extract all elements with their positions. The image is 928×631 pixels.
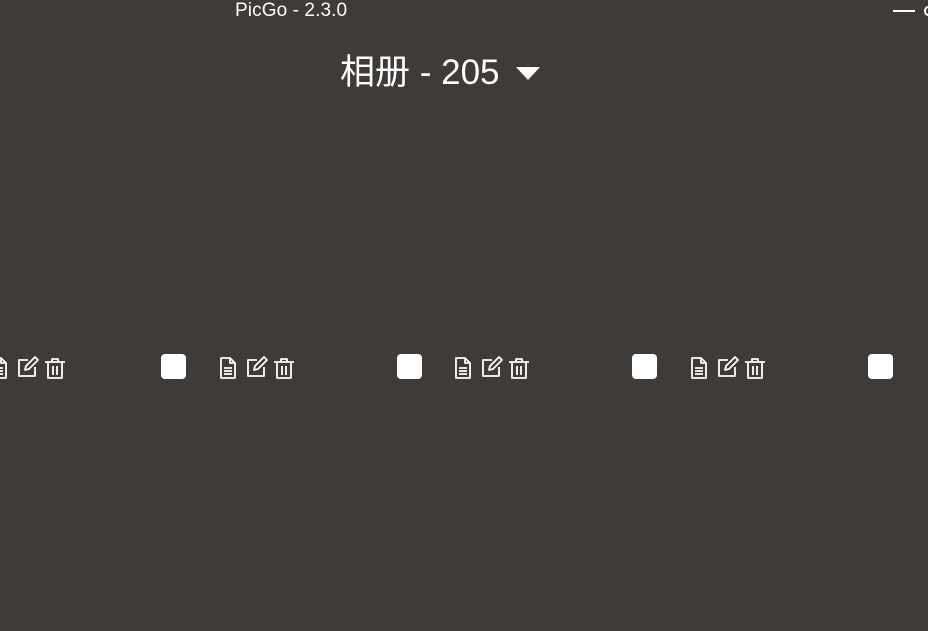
select-checkbox-4[interactable] [868, 354, 893, 379]
edit-icon [482, 356, 503, 377]
title-bar: PicGo - 2.3.0 [0, 0, 928, 24]
copy-link-button[interactable] [214, 354, 242, 382]
trash-icon [274, 358, 294, 379]
edit-icon [18, 356, 39, 377]
select-checkbox-2[interactable] [397, 354, 422, 379]
edit-button[interactable] [242, 354, 270, 382]
gallery-title: 相册 - 205 [340, 53, 500, 92]
caret-down-icon [515, 66, 540, 80]
edit-icon [247, 356, 268, 377]
item-actions-2 [214, 354, 298, 382]
copy-link-button[interactable] [685, 354, 713, 382]
minimize-button[interactable] [890, 0, 918, 22]
select-checkbox-1[interactable] [161, 354, 186, 379]
trash-icon [745, 358, 765, 379]
gallery-dropdown[interactable]: 相册 - 205 [340, 50, 540, 96]
delete-button[interactable] [270, 354, 298, 382]
edit-button[interactable] [13, 354, 41, 382]
document-icon [455, 357, 471, 379]
edit-button[interactable] [477, 354, 505, 382]
document-icon [0, 357, 7, 379]
app-title: PicGo - 2.3.0 [235, 0, 348, 21]
delete-button[interactable] [741, 354, 769, 382]
select-checkbox-3[interactable] [632, 354, 657, 379]
item-actions-1 [0, 354, 69, 382]
picgo-window: PicGo - 2.3.0 相册 - 205 [0, 0, 928, 631]
item-actions-3 [449, 354, 533, 382]
trash-icon [509, 358, 529, 379]
edit-button[interactable] [713, 354, 741, 382]
item-actions-4 [685, 354, 769, 382]
copy-link-button[interactable] [449, 354, 477, 382]
close-button-partial[interactable] [924, 6, 928, 16]
minimize-icon [893, 10, 915, 12]
trash-icon [45, 358, 65, 379]
copy-link-button[interactable] [0, 354, 13, 382]
delete-button[interactable] [505, 354, 533, 382]
delete-button[interactable] [41, 354, 69, 382]
document-icon [691, 357, 707, 379]
edit-icon [718, 356, 739, 377]
document-icon [220, 357, 236, 379]
gallery-item-row [0, 350, 928, 386]
